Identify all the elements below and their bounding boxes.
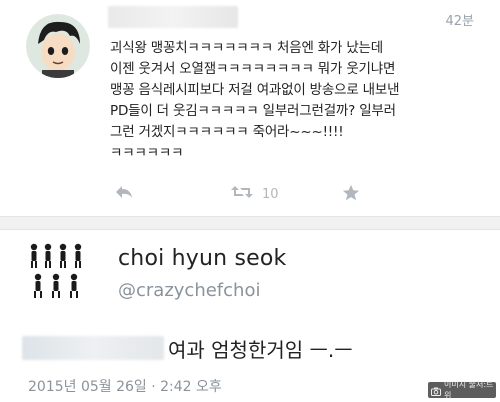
reply-icon: [114, 184, 134, 204]
retweet-button[interactable]: 10: [230, 184, 279, 204]
favorite-button[interactable]: [342, 184, 360, 206]
reply-button[interactable]: [114, 184, 134, 204]
watermark-text: 이미지 출처:트위: [444, 380, 494, 400]
display-name[interactable]: choi hyun seok: [118, 246, 286, 271]
camera-icon: [431, 381, 441, 400]
source-watermark: 이미지 출처:트위: [428, 380, 496, 400]
retweet-icon: [230, 184, 254, 204]
tweet-actions: 10: [110, 184, 410, 206]
reply-tweet: choi hyun seok @crazychefchoi 여과 엄청한거임 ㅡ…: [0, 230, 500, 402]
reply-text: 여과 엄청한거임 ㅡ.ㅡ: [168, 338, 353, 362]
blurred-username: [108, 6, 238, 28]
tweet-text: 괴식왕 맹꽁치ㅋㅋㅋㅋㅋㅋㅋ 처음엔 화가 났는데 이젠 웃겨서 오열잼ㅋㅋㅋㅋ…: [110, 40, 400, 161]
user-avatar[interactable]: [26, 14, 90, 78]
retweet-count: 10: [262, 186, 279, 202]
blurred-mention: [22, 336, 164, 360]
star-icon: [342, 184, 360, 206]
original-tweet: 42분 괴식왕 맹꽁치ㅋㅋㅋㅋㅋㅋㅋ 처음엔 화가 났는데 이젠 웃겨서 오열잼…: [0, 0, 500, 216]
tweet-time-ago: 42분: [445, 14, 474, 29]
section-divider: [0, 216, 500, 230]
user-handle[interactable]: @crazychefchoi: [118, 280, 260, 301]
tweet-datetime: 2015년 05월 26일 · 2:42 오후: [28, 379, 222, 395]
group-avatar[interactable]: [28, 242, 86, 302]
